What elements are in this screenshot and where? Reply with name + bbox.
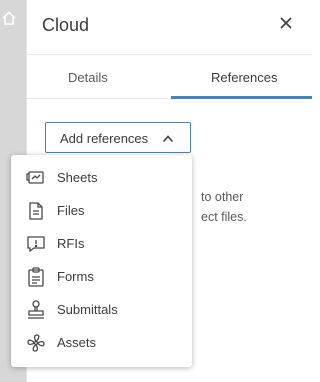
tab-references[interactable]: References	[211, 70, 277, 85]
chevron-up-icon	[162, 132, 174, 150]
menu-item-label: Sheets	[57, 170, 98, 185]
menu-item-label: Files	[57, 203, 85, 218]
header-divider	[27, 54, 312, 55]
tab-details[interactable]: Details	[68, 70, 108, 85]
file-icon	[25, 200, 47, 222]
rfi-icon	[25, 233, 47, 255]
empty-state-text-line2: ect files.	[201, 210, 247, 224]
active-tab-indicator	[171, 96, 312, 99]
empty-state-text-line1: to other	[201, 190, 244, 204]
stamp-icon	[25, 299, 47, 321]
menu-item-label: Assets	[57, 335, 97, 350]
menu-item-label: RFIs	[57, 236, 85, 251]
panel-title: Cloud	[42, 15, 90, 35]
menu-item-label: Forms	[57, 269, 94, 284]
add-references-menu: Sheets Files RFIs Forms Submittals Asset…	[11, 155, 192, 367]
clipboard-icon	[25, 266, 47, 288]
menu-item-rfis[interactable]: RFIs	[11, 227, 192, 260]
add-references-button[interactable]: Add references	[45, 122, 191, 153]
sheets-icon	[25, 167, 47, 189]
add-references-label: Add references	[60, 131, 149, 146]
menu-item-submittals[interactable]: Submittals	[11, 293, 192, 326]
close-icon[interactable]	[277, 14, 295, 32]
menu-item-label: Submittals	[57, 302, 118, 317]
menu-item-assets[interactable]: Assets	[11, 326, 192, 359]
menu-item-sheets[interactable]: Sheets	[11, 161, 192, 194]
fan-icon	[25, 332, 47, 354]
menu-item-files[interactable]: Files	[11, 194, 192, 227]
menu-item-forms[interactable]: Forms	[11, 260, 192, 293]
home-icon[interactable]	[1, 10, 17, 31]
